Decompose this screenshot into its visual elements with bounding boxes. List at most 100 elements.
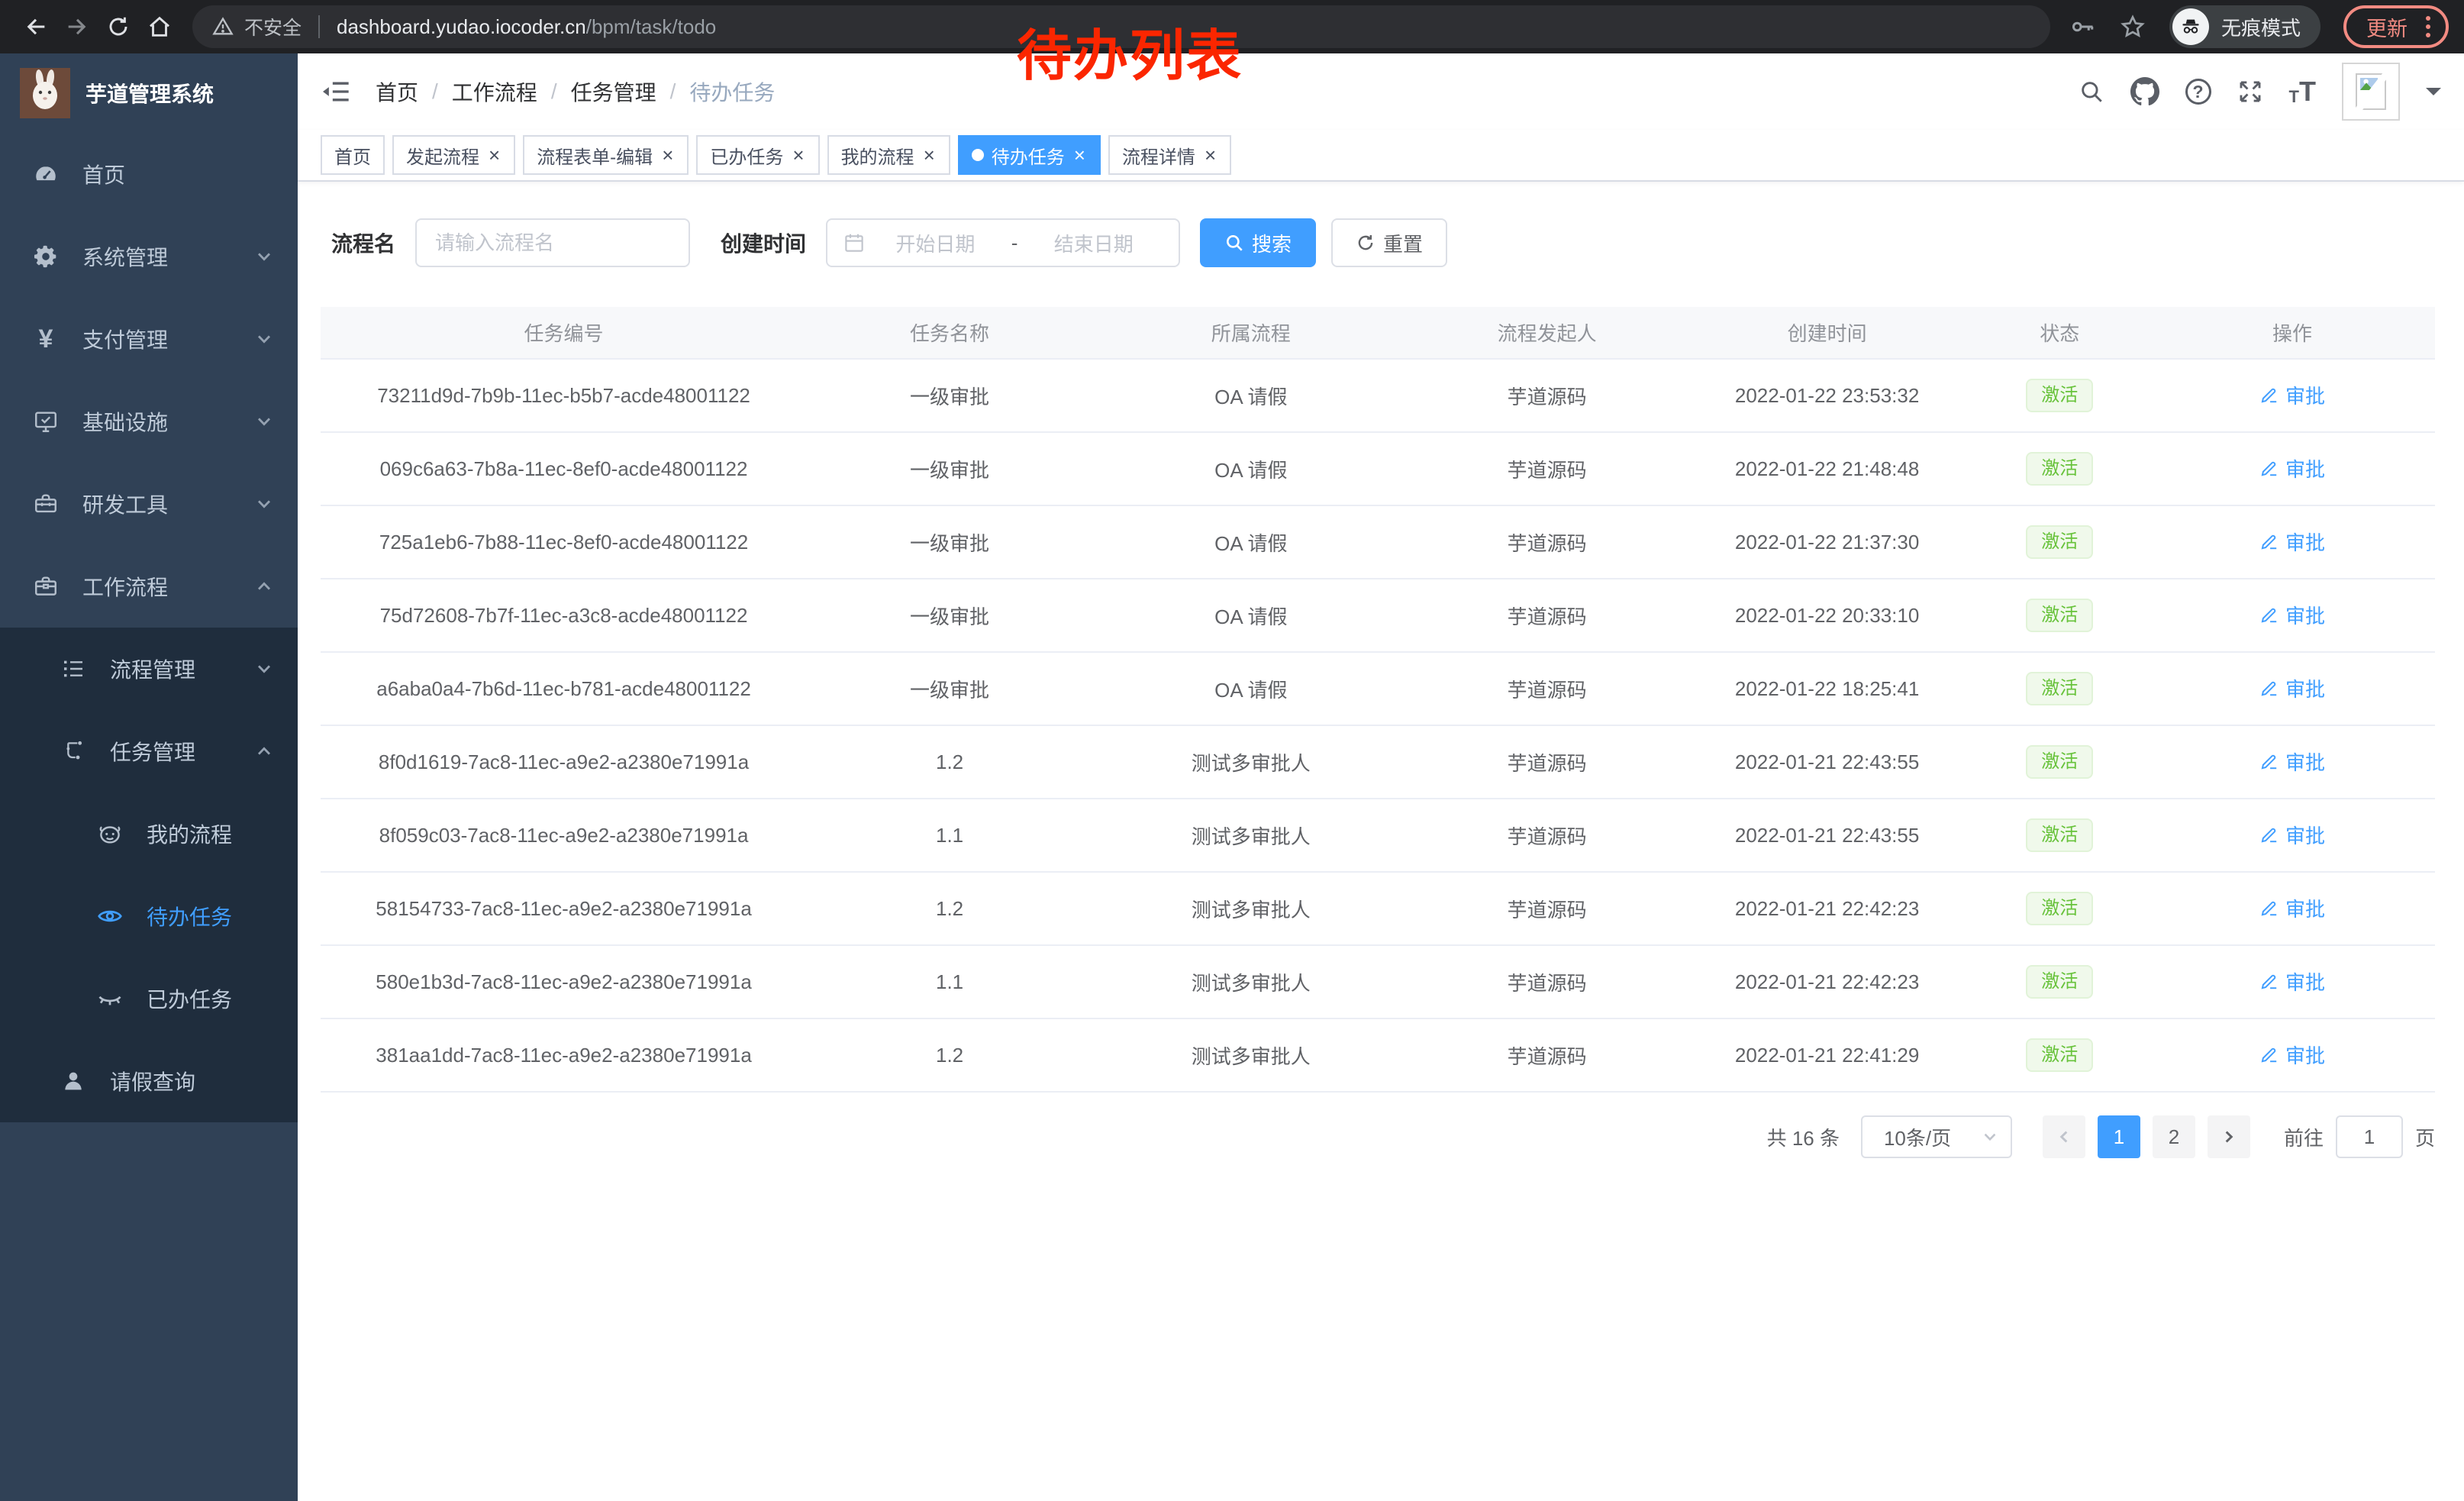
- prev-page-button[interactable]: [2043, 1115, 2085, 1158]
- browser-forward-button[interactable]: [56, 6, 98, 47]
- cell-create-time: 2022-01-22 23:53:32: [1685, 359, 1970, 432]
- reset-button[interactable]: 重置: [1331, 218, 1447, 267]
- tab-my-processes[interactable]: 我的流程×: [827, 135, 950, 175]
- approve-link[interactable]: 审批: [2259, 674, 2325, 702]
- sidebar-item-task-management[interactable]: 任务管理: [0, 710, 298, 792]
- cell-process: 测试多审批人: [1092, 725, 1410, 799]
- eye-closed-icon: [96, 985, 124, 1012]
- forward-arrow-icon: [64, 14, 90, 40]
- browser-back-button[interactable]: [15, 6, 56, 47]
- tab-start-process[interactable]: 发起流程×: [392, 135, 515, 175]
- tab-home[interactable]: 首页: [321, 135, 385, 175]
- table-row: 381aa1dd-7ac8-11ec-a9e2-a2380e71991a 1.2…: [321, 1018, 2435, 1092]
- table-row: 725a1eb6-7b88-11ec-8ef0-acde48001122 一级审…: [321, 505, 2435, 579]
- font-size-icon[interactable]: TT: [2289, 78, 2316, 105]
- cell-process: OA 请假: [1092, 505, 1410, 579]
- cell-task-id: 725a1eb6-7b88-11ec-8ef0-acde48001122: [321, 505, 807, 579]
- fullscreen-icon[interactable]: [2237, 79, 2263, 105]
- chevron-down-icon: [255, 660, 273, 678]
- pen-icon: [2259, 1044, 2279, 1064]
- cell-starter: 芋道源码: [1410, 579, 1685, 652]
- sidebar-item-todo-tasks[interactable]: 待办任务: [0, 875, 298, 957]
- tab-process-form-edit[interactable]: 流程表单-编辑×: [523, 135, 689, 175]
- sidebar-item-label: 工作流程: [82, 571, 232, 602]
- approve-link[interactable]: 审批: [2259, 821, 2325, 849]
- browser-menu-icon[interactable]: [2418, 16, 2438, 37]
- page-size-select[interactable]: 10条/页: [1861, 1115, 2012, 1158]
- sidebar-item-home[interactable]: 首页: [0, 133, 298, 215]
- search-button[interactable]: 搜索: [1200, 218, 1316, 267]
- sidebar-item-done-tasks[interactable]: 已办任务: [0, 957, 298, 1040]
- avatar-caret-icon[interactable]: [2426, 88, 2441, 103]
- goto-page-input[interactable]: [2336, 1115, 2403, 1158]
- approve-link[interactable]: 审批: [2259, 454, 2325, 483]
- sidebar-item-my-processes[interactable]: 我的流程: [0, 792, 298, 875]
- chevron-left-icon: [2056, 1128, 2072, 1145]
- header-task-id: 任务编号: [321, 307, 807, 359]
- pen-icon: [2259, 531, 2279, 551]
- process-name-input[interactable]: [415, 218, 690, 267]
- sidebar-item-infrastructure[interactable]: 基础设施: [0, 380, 298, 463]
- sidebar-item-label: 任务管理: [110, 736, 232, 767]
- approve-link[interactable]: 审批: [2259, 747, 2325, 776]
- approve-link[interactable]: 审批: [2259, 381, 2325, 409]
- chevron-up-icon: [255, 742, 273, 760]
- tab-todo-tasks[interactable]: 待办任务×: [958, 135, 1101, 175]
- github-icon[interactable]: [2130, 77, 2159, 106]
- breadcrumb-home[interactable]: 首页: [376, 76, 418, 107]
- tab-done-tasks[interactable]: 已办任务×: [696, 135, 819, 175]
- close-icon[interactable]: ×: [1203, 145, 1217, 165]
- bookmark-star-icon[interactable]: [2119, 13, 2146, 40]
- avatar[interactable]: [2342, 63, 2400, 121]
- breadcrumb-workflow[interactable]: 工作流程: [452, 76, 537, 107]
- browser-update-button[interactable]: 更新: [2343, 5, 2449, 48]
- password-key-icon[interactable]: [2069, 13, 2096, 40]
- cell-actions: 审批: [2150, 432, 2435, 505]
- cell-task-id: 58154733-7ac8-11ec-a9e2-a2380e71991a: [321, 872, 807, 945]
- close-icon[interactable]: ×: [660, 145, 675, 165]
- yen-icon: ¥: [32, 326, 60, 352]
- cell-process: 测试多审批人: [1092, 945, 1410, 1018]
- security-chip[interactable]: 不安全: [212, 13, 302, 40]
- sidebar-item-workflow[interactable]: 工作流程: [0, 545, 298, 628]
- cell-actions: 审批: [2150, 359, 2435, 432]
- app-logo[interactable]: 芋道管理系统: [0, 53, 298, 133]
- sidebar-item-payment[interactable]: ¥ 支付管理: [0, 298, 298, 380]
- close-icon[interactable]: ×: [487, 145, 502, 165]
- search-icon: [1224, 233, 1244, 253]
- approve-link[interactable]: 审批: [2259, 528, 2325, 556]
- sidebar-collapse-button[interactable]: [321, 76, 351, 107]
- tab-process-detail[interactable]: 流程详情×: [1108, 135, 1231, 175]
- sidebar: 芋道管理系统 首页 系统管理 ¥ 支付管理 基础设施: [0, 53, 298, 1501]
- close-icon[interactable]: ×: [791, 145, 805, 165]
- url-text[interactable]: dashboard.yudao.iocoder.cn/bpm/task/todo: [337, 15, 716, 39]
- help-icon[interactable]: ?: [2185, 79, 2211, 105]
- browser-toolbar: 不安全 dashboard.yudao.iocoder.cn/bpm/task/…: [0, 0, 2464, 53]
- cell-starter: 芋道源码: [1410, 945, 1685, 1018]
- sidebar-item-leave-query[interactable]: 请假查询: [0, 1040, 298, 1122]
- sidebar-item-dev-tools[interactable]: 研发工具: [0, 463, 298, 545]
- search-icon[interactable]: [2079, 79, 2104, 105]
- approve-link[interactable]: 审批: [2259, 894, 2325, 922]
- sidebar-item-process-management[interactable]: 流程管理: [0, 628, 298, 710]
- page-button-1[interactable]: 1: [2098, 1115, 2140, 1158]
- breadcrumb-task-management[interactable]: 任务管理: [571, 76, 656, 107]
- approve-link[interactable]: 审批: [2259, 1041, 2325, 1069]
- chevron-down-icon: [255, 495, 273, 513]
- chevron-up-icon: [255, 577, 273, 596]
- page-button-2[interactable]: 2: [2153, 1115, 2195, 1158]
- approve-link[interactable]: 审批: [2259, 967, 2325, 996]
- workflow-submenu: 流程管理 任务管理 我的流程 待办任务: [0, 628, 298, 1122]
- url-bar[interactable]: 不安全 dashboard.yudao.iocoder.cn/bpm/task/…: [192, 5, 2050, 48]
- approve-link[interactable]: 审批: [2259, 601, 2325, 629]
- browser-reload-button[interactable]: [98, 6, 139, 47]
- dashboard-icon: [32, 161, 60, 187]
- browser-home-button[interactable]: [139, 6, 180, 47]
- incognito-profile-chip[interactable]: 无痕模式: [2169, 5, 2320, 48]
- app-title: 芋道管理系统: [85, 78, 214, 108]
- date-range-picker[interactable]: 开始日期 - 结束日期: [826, 218, 1180, 267]
- close-icon[interactable]: ×: [922, 145, 937, 165]
- next-page-button[interactable]: [2208, 1115, 2250, 1158]
- close-icon[interactable]: ×: [1072, 145, 1087, 165]
- sidebar-item-system[interactable]: 系统管理: [0, 215, 298, 298]
